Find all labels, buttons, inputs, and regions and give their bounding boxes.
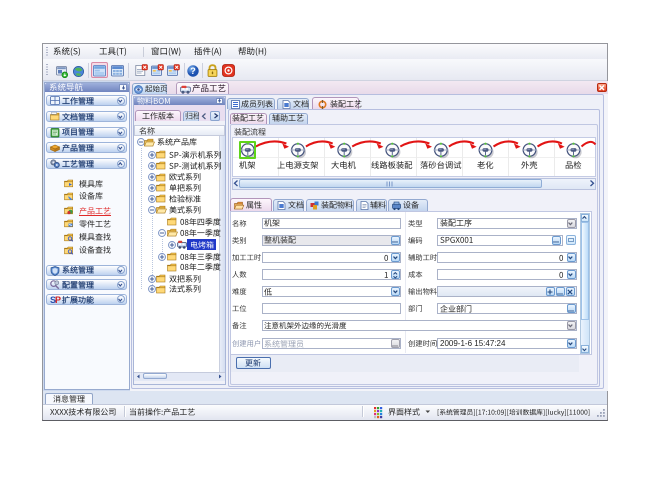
svg-text:?: ? bbox=[190, 66, 196, 76]
svg-text:P: P bbox=[55, 295, 61, 305]
